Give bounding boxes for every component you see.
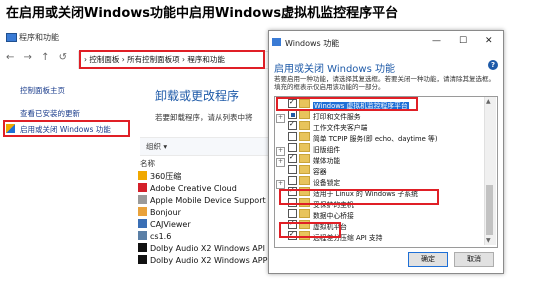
scroll-up-icon[interactable]: ▲ bbox=[486, 98, 491, 105]
sidebar-item-installed-updates[interactable]: 查看已安装的更新 bbox=[20, 108, 80, 119]
nav-arrows[interactable]: ← → ↑ ↺ bbox=[6, 52, 70, 63]
program-list-item[interactable]: 360压缩 bbox=[138, 171, 181, 182]
feature-row[interactable]: 容器 bbox=[276, 165, 327, 176]
feature-checkbox[interactable] bbox=[288, 143, 297, 152]
close-button[interactable]: ✕ bbox=[485, 36, 493, 46]
folder-icon bbox=[299, 143, 310, 152]
maximize-button[interactable]: ☐ bbox=[459, 36, 467, 46]
wsl-highlight bbox=[279, 189, 439, 205]
scroll-down-icon[interactable]: ▼ bbox=[486, 237, 491, 244]
program-name: 360压缩 bbox=[150, 172, 182, 181]
folder-icon bbox=[299, 176, 310, 185]
program-list-item[interactable]: Dolby Audio X2 Windows APP bbox=[138, 255, 267, 265]
program-name: cs1.6 bbox=[150, 232, 172, 241]
feature-checkbox[interactable] bbox=[288, 119, 297, 130]
folder-icon bbox=[299, 165, 310, 174]
sidebar-item-home[interactable]: 控制面板主页 bbox=[20, 85, 65, 96]
folder-icon bbox=[299, 121, 310, 130]
feature-label: 旧版组件 bbox=[313, 146, 341, 154]
feature-label: 打印和文件服务 bbox=[313, 113, 361, 121]
program-icon bbox=[138, 183, 147, 192]
program-icon bbox=[138, 231, 147, 240]
program-list-item[interactable]: Dolby Audio X2 Windows API bbox=[138, 243, 265, 253]
program-icon bbox=[138, 195, 147, 204]
folder-icon bbox=[299, 209, 310, 218]
feature-label: 容器 bbox=[313, 168, 327, 176]
feature-row[interactable]: + 设备锁定 bbox=[276, 176, 341, 189]
feature-label: 简单 TCPIP 服务(即 echo、daytime 等) bbox=[313, 135, 438, 143]
feature-row[interactable]: 简单 TCPIP 服务(即 echo、daytime 等) bbox=[276, 132, 438, 143]
feature-checkbox[interactable] bbox=[288, 176, 297, 185]
folder-icon bbox=[299, 154, 310, 163]
program-list-item[interactable]: Apple Mobile Device Support bbox=[138, 195, 266, 205]
scrollbar-thumb[interactable] bbox=[486, 185, 493, 235]
feature-checkbox[interactable] bbox=[288, 165, 297, 174]
program-list-item[interactable]: Adobe Creative Cloud bbox=[138, 183, 237, 193]
program-icon bbox=[138, 207, 147, 216]
feature-label: 工作文件夹客户端 bbox=[313, 124, 368, 132]
page-heading: 在启用或关闭Windows功能中启用Windows虚拟机监控程序平台 bbox=[6, 6, 399, 21]
program-list-item[interactable]: cs1.6 bbox=[138, 231, 171, 241]
program-list-item[interactable]: Bonjour bbox=[138, 207, 181, 217]
program-name: Apple Mobile Device Support bbox=[150, 196, 266, 205]
feature-row[interactable]: +媒体功能 bbox=[276, 152, 341, 167]
feature-checkbox[interactable] bbox=[288, 132, 297, 141]
minimize-button[interactable]: — bbox=[432, 36, 441, 46]
feature-checkbox[interactable] bbox=[288, 152, 297, 163]
feature-row[interactable]: 工作文件夹客户端 bbox=[276, 119, 368, 132]
control-panel-window-title: 程序和功能 bbox=[19, 33, 59, 42]
main-description: 若要卸载程序，请从列表中将 bbox=[155, 113, 253, 122]
breadcrumb[interactable]: › 控制面板 › 所有控制面板项 › 程序和功能 bbox=[84, 54, 225, 65]
feature-row[interactable]: 数据中心桥接 bbox=[276, 209, 354, 220]
hypervisor-highlight bbox=[276, 97, 418, 111]
main-title: 卸载或更改程序 bbox=[155, 89, 240, 103]
organize-menu[interactable]: 组织 ▾ bbox=[146, 141, 167, 152]
control-panel-icon bbox=[6, 33, 17, 42]
feature-label: 设备锁定 bbox=[313, 179, 341, 187]
name-column-header[interactable]: 名称 bbox=[140, 158, 155, 169]
feature-label: 数据中心桥接 bbox=[313, 212, 354, 220]
folder-icon bbox=[299, 132, 310, 141]
program-name: Dolby Audio X2 Windows APP bbox=[150, 256, 268, 265]
dialog-heading: 启用或关闭 Windows 功能 bbox=[274, 64, 395, 75]
program-name: Bonjour bbox=[150, 208, 181, 217]
program-name: Adobe Creative Cloud bbox=[150, 184, 237, 193]
dialog-description: 若要启用一种功能，请选择其复选框。若要关闭一种功能，请清除其复选框。填充的框表示… bbox=[274, 75, 495, 91]
ok-button[interactable]: 确定 bbox=[408, 252, 448, 267]
program-list-item[interactable]: CAJViewer bbox=[138, 219, 191, 229]
program-icon bbox=[138, 171, 147, 180]
cancel-button[interactable]: 取消 bbox=[454, 252, 494, 267]
program-icon bbox=[138, 255, 147, 264]
windows-features-highlight bbox=[3, 120, 130, 137]
feature-checkbox[interactable] bbox=[288, 209, 297, 218]
program-icon bbox=[138, 243, 147, 252]
folder-icon bbox=[299, 110, 310, 119]
program-name: Dolby Audio X2 Windows API bbox=[150, 244, 265, 253]
dialog-title: Windows 功能 bbox=[285, 39, 340, 48]
program-name: CAJViewer bbox=[150, 220, 191, 229]
feature-label: 媒体功能 bbox=[313, 157, 341, 165]
feature-checkbox[interactable] bbox=[288, 110, 297, 119]
window-icon bbox=[272, 38, 281, 46]
feature-row[interactable]: + 旧版组件 bbox=[276, 143, 341, 156]
help-icon[interactable]: ? bbox=[488, 60, 498, 70]
vm-platform-highlight bbox=[279, 222, 341, 238]
program-icon bbox=[138, 219, 147, 228]
